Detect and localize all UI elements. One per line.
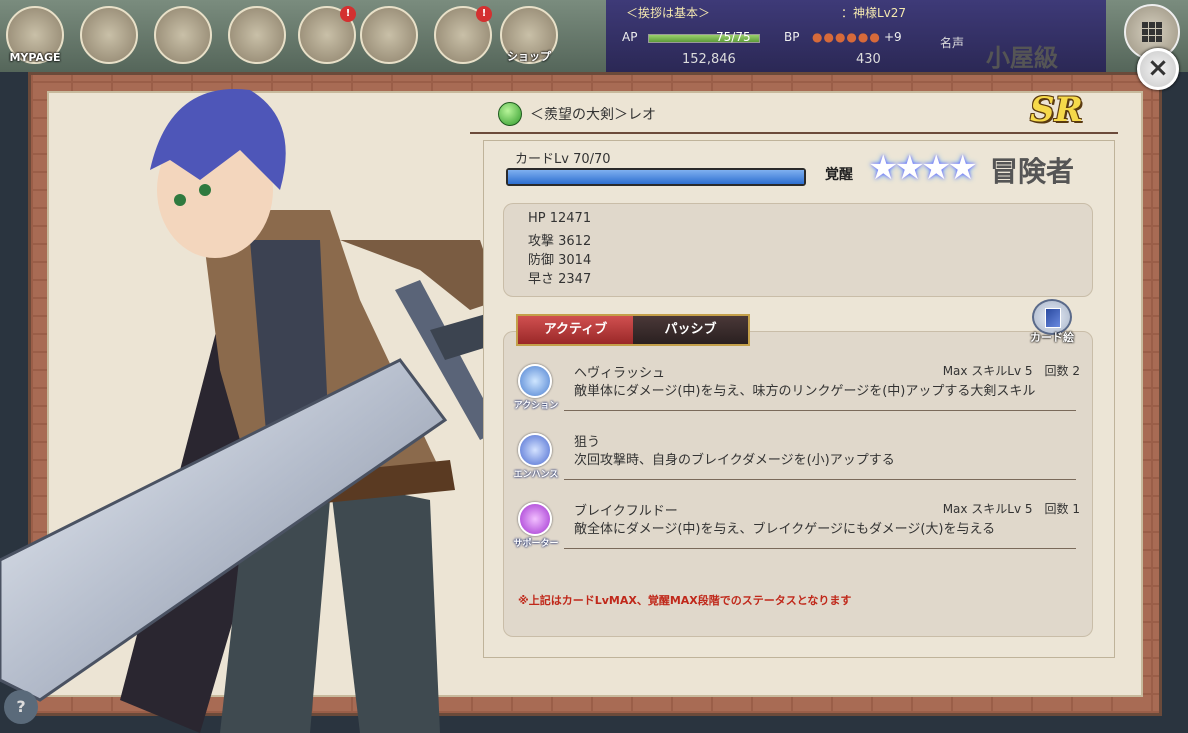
action-icon <box>518 364 552 398</box>
grid-icon <box>1142 22 1162 42</box>
skill-divider <box>564 410 1076 411</box>
skill-name: ブレイクフルドー <box>574 504 678 519</box>
player-rank: ：神様Lv27 <box>841 6 907 20</box>
skill-type-label: アクション <box>513 401 559 411</box>
tab-passive-skills[interactable]: パッシブ <box>633 316 748 344</box>
awakening-label: 覚醒 <box>825 167 853 183</box>
skill-meta: Max スキルLv 5 回数 1 <box>942 502 1080 516</box>
bp-dots: ●●●●●● <box>812 30 881 44</box>
skill-description: 敵単体にダメージ(中)を与え、味方のリンクゲージを(中)アップする大剣スキル <box>574 384 1036 399</box>
card-class: 冒険者 <box>990 155 1075 188</box>
bp-label: BP <box>784 30 800 44</box>
skill-type-label: サポーター <box>513 539 559 549</box>
skill-divider <box>564 548 1076 549</box>
stat-hp: HP 12471 <box>528 211 592 226</box>
support-icon <box>518 502 552 536</box>
skill-description: 次回攻撃時、自身のブレイクダメージを(小)アップする <box>574 453 895 468</box>
skill-tabs: アクティブ パッシブ <box>516 314 750 346</box>
tab-active-skills[interactable]: アクティブ <box>518 316 633 344</box>
stat-speed: 早さ 2347 <box>528 272 592 287</box>
card-level-bar <box>506 168 806 186</box>
skill-divider <box>564 479 1076 480</box>
enhance-icon <box>518 433 552 467</box>
skills-box: アクション ヘヴィラッシュ Max スキルLv 5 回数 2 敵単体にダメージ(… <box>503 331 1093 637</box>
player-status: ＜挨拶は基本＞ ：神様Lv27 AP 75/75 BP ●●●●●● +9 15… <box>606 0 1106 72</box>
stat-defense: 防御 3014 <box>528 253 592 268</box>
help-button[interactable]: ? <box>4 690 38 724</box>
close-button[interactable]: × <box>1137 48 1179 90</box>
status-note: ※上記はカードLvMAX、覚醒MAX段階でのステータスとなります <box>518 594 852 607</box>
card-name: ＜羨望の大剣＞レオ <box>530 107 656 123</box>
skill-name: 狙う <box>574 435 601 450</box>
skill-name: ヘヴィラッシュ <box>574 366 666 381</box>
notification-badge: ! <box>476 6 492 22</box>
awakening-stars: ★★★★ <box>868 148 978 188</box>
gold-amount: 152,846 <box>682 52 736 67</box>
rarity-badge: SR <box>1030 90 1083 130</box>
ap-value: 75/75 <box>716 30 751 44</box>
card-level-bar-fill <box>508 170 804 184</box>
skill-type-label: エンハンス <box>513 470 559 480</box>
ap-label: AP <box>622 30 638 44</box>
character-art <box>0 89 510 733</box>
skill-description: 敵全体にダメージ(中)を与え、ブレイクゲージにもダメージ(大)を与える <box>574 522 996 537</box>
stat-attack: 攻撃 3612 <box>528 234 592 249</box>
bp-plus: +9 <box>884 30 902 44</box>
gem-amount: 430 <box>856 52 881 67</box>
stats-box: HP 12471 攻撃 3612 防御 3014 早さ 2347 <box>503 203 1093 297</box>
card-name-row: ＜羨望の大剣＞レオ <box>498 100 1098 128</box>
fame-rank: 小屋級 <box>986 43 1058 72</box>
card-level-label: カードLv 70/70 <box>515 152 611 167</box>
card-art-button[interactable]: カード絵 <box>1028 299 1076 347</box>
card-art-label: カード絵 <box>1030 331 1074 344</box>
skill-row: アクション ヘヴィラッシュ Max スキルLv 5 回数 2 敵単体にダメージ(… <box>504 360 1092 422</box>
element-icon <box>498 102 522 126</box>
player-title: ＜挨拶は基本＞ <box>626 6 711 20</box>
fame-label: 名声 <box>940 36 965 50</box>
header-divider <box>470 132 1118 134</box>
skill-meta: Max スキルLv 5 回数 2 <box>942 364 1080 378</box>
notification-badge: ! <box>340 6 356 22</box>
skill-row: エンハンス 狙う 次回攻撃時、自身のブレイクダメージを(小)アップする <box>504 429 1092 491</box>
skill-row: サポーター ブレイクフルドー Max スキルLv 5 回数 1 敵全体にダメージ… <box>504 498 1092 560</box>
